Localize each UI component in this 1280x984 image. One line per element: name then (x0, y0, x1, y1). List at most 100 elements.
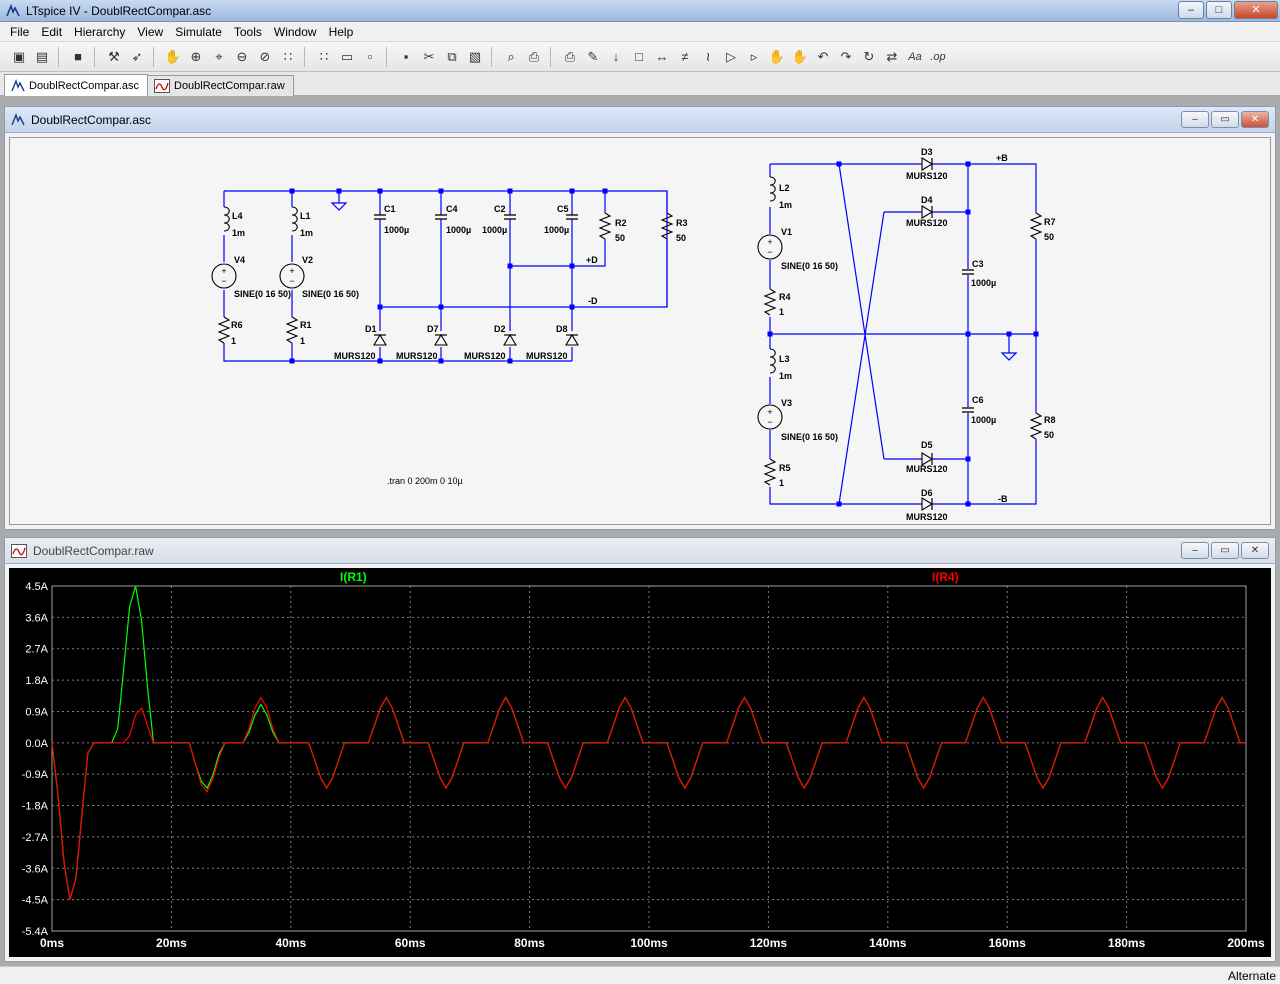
tab-schematic[interactable]: DoublRectCompar.asc (4, 74, 149, 96)
resistor-R4 (763, 288, 777, 316)
diode-D2 (503, 333, 517, 346)
label-left-R6v: 1 (231, 336, 236, 346)
waveform-window-titlebar: DoublRectCompar.raw – ▭ ✕ (5, 538, 1275, 564)
minus-sign: − (767, 417, 772, 427)
y-tick-label: -1.8A (22, 801, 49, 813)
schematic-drawing[interactable]: +−+−L41mL11mV4SINE(0 16 50)V2SINE(0 16 5… (10, 138, 1272, 526)
run-icon[interactable]: ➶ (126, 46, 148, 68)
print-preview-icon[interactable]: ⎙ (559, 46, 581, 68)
tab-waveform[interactable]: DoublRectCompar.raw (147, 75, 294, 96)
menu-file[interactable]: File (4, 25, 35, 39)
y-tick-label: -3.6A (22, 863, 49, 875)
new-schematic-icon[interactable]: ▣ (8, 46, 30, 68)
zoom-fit-icon[interactable]: ⊘ (254, 46, 276, 68)
schematic-close-button[interactable]: ✕ (1241, 111, 1269, 128)
label-right-L3: L3 (779, 354, 790, 364)
menu-help[interactable]: Help (323, 25, 360, 39)
label-right-C3: C3 (972, 259, 984, 269)
mdi-workspace: DoublRectCompar.asc – ▭ ✕ + − + − L4 1m L1 1m V4… (0, 96, 1280, 966)
rotate-icon[interactable]: ↻ (858, 46, 880, 68)
wire-cross-2 (838, 211, 885, 505)
status-text: Alternate (1227, 969, 1276, 983)
wire-icon[interactable]: ✎ (582, 46, 604, 68)
label-right-R8: R8 (1044, 415, 1056, 425)
undo-icon[interactable]: ↶ (812, 46, 834, 68)
waveform-plot-area[interactable]: 0ms 20ms 40ms 60ms 80ms 100ms 120ms 140ms 160ms 1… (9, 568, 1271, 957)
inductor-coil (291, 206, 298, 232)
inductor-icon[interactable]: ≀ (697, 46, 719, 68)
open-icon[interactable]: ▤ (31, 46, 53, 68)
label-right-D3: D3 (921, 147, 933, 157)
close-button[interactable]: ✕ (1234, 1, 1278, 19)
menu-view[interactable]: View (131, 25, 169, 39)
y-tick-label: 3.6A (25, 612, 48, 624)
minus-sign: − (289, 276, 294, 286)
schematic-minimize-button[interactable]: – (1181, 111, 1209, 128)
tile-vertical-icon[interactable]: ▪ (395, 46, 417, 68)
component-icon[interactable]: ▹ (743, 46, 765, 68)
zoom-in-icon[interactable]: ⊕ (185, 46, 207, 68)
resistor-R5 (763, 458, 777, 486)
copy-icon[interactable]: ⧉ (441, 46, 463, 68)
wire-cross-1 (838, 163, 885, 460)
waveform-plot[interactable]: 0ms 20ms 40ms 60ms 80ms 100ms 120ms 140ms 160ms 1… (9, 568, 1271, 958)
label-right-V3v: SINE(0 16 50) (781, 432, 838, 442)
menu-window[interactable]: Window (268, 25, 323, 39)
x-tick-label: 100ms (630, 936, 668, 950)
label-left-C4: C4 (446, 204, 458, 214)
move-icon[interactable]: ✋ (766, 46, 788, 68)
diode-icon[interactable]: ▷ (720, 46, 742, 68)
title-bar: LTspice IV - DoublRectCompar.asc – □ ✕ (0, 0, 1280, 22)
minimize-button[interactable]: – (1178, 1, 1204, 19)
toolbar-separator (153, 46, 159, 67)
waveform-minimize-button[interactable]: – (1181, 542, 1209, 559)
label-right-D5v: MURS120 (906, 464, 948, 474)
text-icon[interactable]: Aa (904, 46, 926, 68)
spice-directive-icon[interactable]: .op (927, 46, 949, 68)
resistor-R7 (1029, 212, 1043, 240)
waveform-close-button[interactable]: ✕ (1241, 542, 1269, 559)
drag-icon[interactable]: ✋ (789, 46, 811, 68)
schematic-canvas[interactable]: + − + − L4 1m L1 1m V4 SINE(0 16 50) V2 SINE(0 16 5… (9, 137, 1271, 525)
zoom-out-icon[interactable]: ⊖ (231, 46, 253, 68)
grid-icon[interactable]: ∷ (313, 46, 335, 68)
label-icon[interactable]: □ (628, 46, 650, 68)
halt-icon[interactable]: ✋ (162, 46, 184, 68)
waveform-restore-button[interactable]: ▭ (1211, 542, 1239, 559)
ground-icon[interactable]: ↓ (605, 46, 627, 68)
label-left-C4v: 1000µ (446, 225, 471, 235)
mirror-icon[interactable]: ⇄ (881, 46, 903, 68)
control-panel-icon[interactable]: ⚒ (103, 46, 125, 68)
x-tick-label: 80ms (514, 936, 545, 950)
label-right-mB: -B (998, 494, 1008, 504)
cascade-icon[interactable]: ▫ (359, 46, 381, 68)
resistor-R8 (1029, 412, 1043, 440)
print-icon[interactable]: ⎙ (523, 46, 545, 68)
label-left-D2: D2 (494, 324, 506, 334)
maximize-button[interactable]: □ (1206, 1, 1232, 19)
find-icon[interactable]: ⌕ (500, 46, 522, 68)
redo-icon[interactable]: ↷ (835, 46, 857, 68)
junction (965, 209, 971, 215)
paste-icon[interactable]: ▧ (464, 46, 486, 68)
menu-simulate[interactable]: Simulate (169, 25, 228, 39)
menu-edit[interactable]: Edit (35, 25, 68, 39)
status-bar: Alternate (0, 966, 1280, 984)
menu-hierarchy[interactable]: Hierarchy (68, 25, 131, 39)
capacitor-icon[interactable]: ≠ (674, 46, 696, 68)
save-icon[interactable]: ■ (67, 46, 89, 68)
junction (569, 304, 575, 310)
label-left-L1v: 1m (300, 228, 313, 238)
junction (507, 188, 513, 194)
resistor-icon[interactable]: ↔ (651, 46, 673, 68)
autorange-icon[interactable]: ∷ (277, 46, 299, 68)
zoom-pan-icon[interactable]: ⌖ (208, 46, 230, 68)
cut-icon[interactable]: ✂ (418, 46, 440, 68)
menu-tools[interactable]: Tools (228, 25, 268, 39)
junction (507, 358, 513, 364)
tile-horizontal-icon[interactable]: ▭ (336, 46, 358, 68)
schematic-restore-button[interactable]: ▭ (1211, 111, 1239, 128)
diode-D7 (434, 333, 448, 346)
junction (767, 331, 773, 337)
diode-D1 (373, 333, 387, 346)
